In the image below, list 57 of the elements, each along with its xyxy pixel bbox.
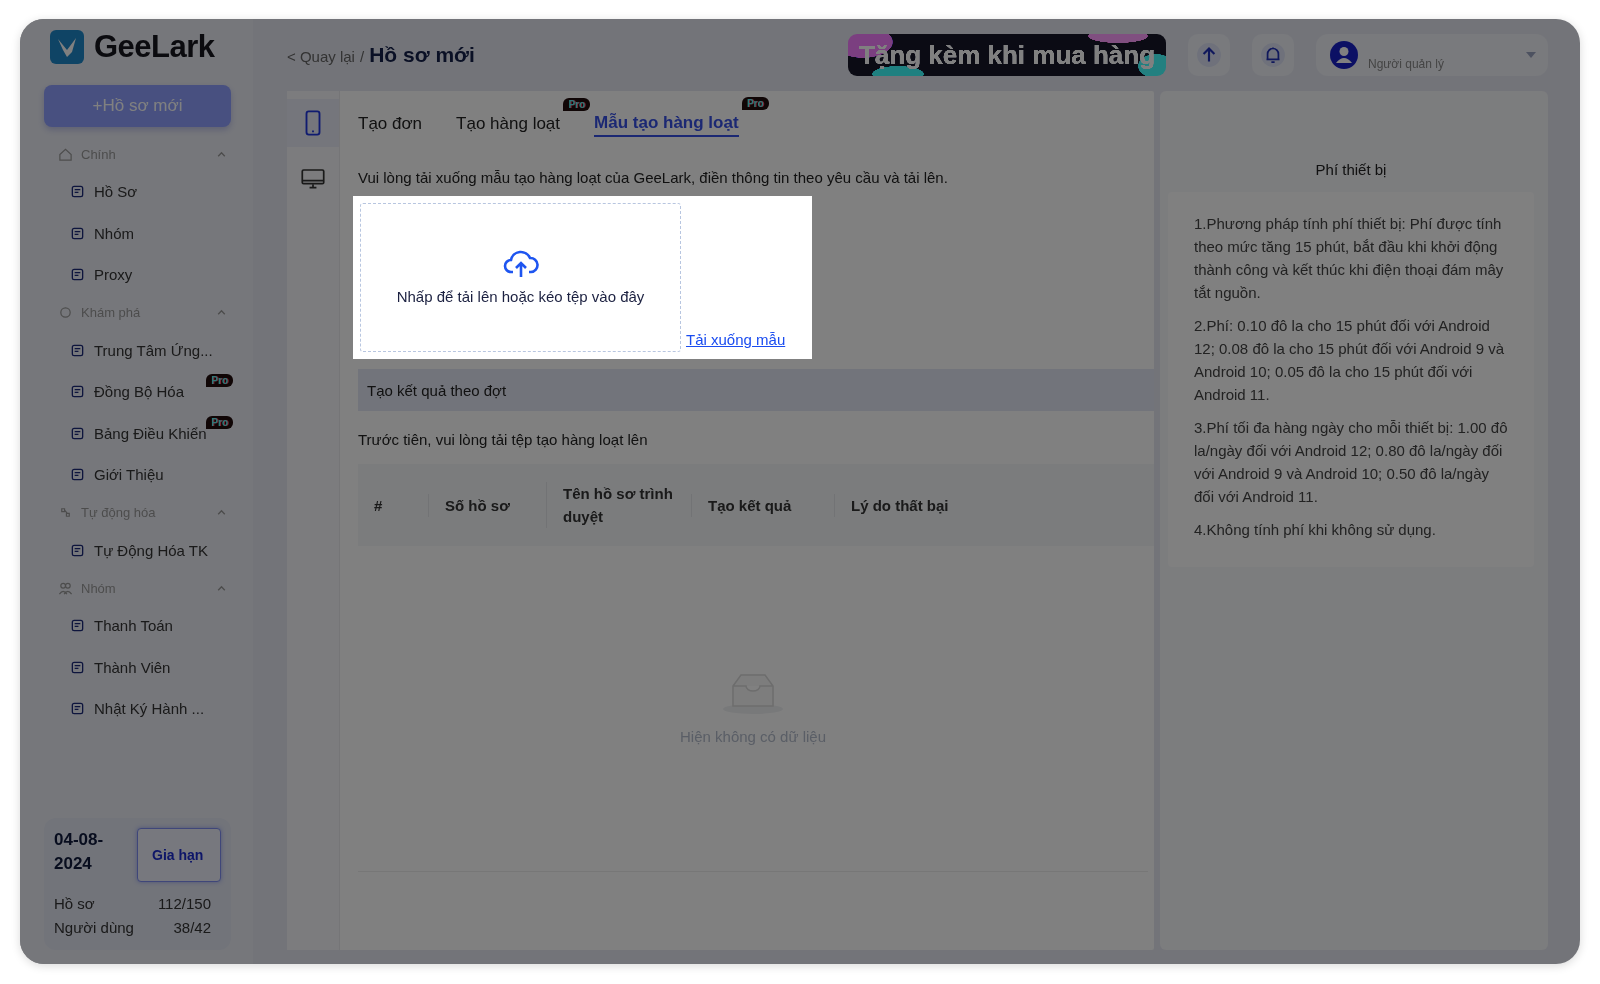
pro-badge: Pro bbox=[741, 97, 769, 110]
column-header: # bbox=[373, 495, 384, 516]
fee-note: 4.Không tính phí khi không sử dụng. bbox=[1194, 520, 1437, 540]
plan-value: 38/42 bbox=[173, 918, 211, 938]
sidebar-item[interactable]: Proxy bbox=[32, 254, 231, 296]
phone-tab[interactable] bbox=[287, 99, 339, 147]
user-role: Người quản lý bbox=[1368, 57, 1445, 73]
pro-badge: Pro bbox=[206, 415, 233, 429]
sidebar-item[interactable]: Bảng Điều Khiển Pro bbox=[32, 412, 231, 454]
sidebar-item[interactable]: Nhóm bbox=[32, 212, 231, 254]
sidebar-item[interactable]: Trung Tâm Ứng... bbox=[32, 329, 231, 371]
renew-button[interactable]: Gia hạn bbox=[137, 828, 221, 882]
promo-banner[interactable]: Tặng kèm khi mua hàng bbox=[848, 34, 1166, 76]
fee-note: 2.Phí: 0.10 đô la cho 15 phút đối với Android 12; 0.08 đô la cho 15 phút đối với Android 9 và Android 10; 0.05 đô la cho 15 phút đối với Android 11. bbox=[1194, 316, 1506, 405]
sidebar-item[interactable]: Đồng Bộ Hóa Pro bbox=[32, 371, 231, 413]
sidebar-item[interactable]: Thành Viên bbox=[32, 646, 231, 688]
column-header: Lý do thất bại bbox=[834, 493, 994, 517]
fee-note: 3.Phí tối đa hàng ngày cho mỗi thiết bị: 1.00 đô la/ngày đối với Android 12; 0.80 đô la/ngày đối với Android 9 và Android 10; 0.50 đô la/ngày đối với Android 11. bbox=[1194, 418, 1509, 507]
results-bar: Tạo kết quả theo đợt bbox=[358, 369, 1154, 411]
cloud-upload-icon bbox=[502, 250, 539, 278]
download-template-link[interactable]: Tải xuống mẫu bbox=[686, 331, 786, 348]
plan-label: Người dùng bbox=[54, 918, 134, 938]
column-header: Tạo kết quả bbox=[691, 493, 834, 517]
home-icon bbox=[58, 146, 73, 162]
logo-icon bbox=[50, 30, 84, 64]
expiry-date: 04-08-2024 bbox=[54, 829, 105, 875]
plan-value: 112/150 bbox=[157, 894, 211, 914]
people-icon bbox=[58, 580, 73, 596]
sidebar-item[interactable]: Nhật Ký Hành ... bbox=[32, 688, 231, 730]
user-menu[interactable]: Người quản lý bbox=[1316, 34, 1548, 76]
plan-label: Hồ sơ bbox=[54, 894, 95, 914]
sidebar-item[interactable]: Giới Thiệu bbox=[32, 454, 231, 496]
back-link[interactable]: < Quay lại bbox=[287, 48, 355, 65]
column-header: Số hồ sơ bbox=[428, 493, 546, 517]
upload-button[interactable] bbox=[1188, 34, 1230, 76]
bell-icon bbox=[1260, 42, 1286, 68]
avatar-icon bbox=[1330, 41, 1358, 69]
tab[interactable]: Tạo đơn bbox=[358, 114, 423, 136]
instruction-text: Vui lòng tải xuống mẫu tạo hàng loạt của GeeLark, điền thông tin theo yêu cầu và tải lên. bbox=[358, 169, 949, 186]
fee-note: 1.Phương pháp tính phí thiết bị: Phí được tính theo mức tăng 15 phút, bắt đầu khi khởi động thành công và kết thúc khi điện thoại đám mây tắt nguồn. bbox=[1194, 214, 1505, 303]
fees-title: Phí thiết bị bbox=[1314, 161, 1388, 178]
upload-dropzone[interactable]: Nhấp để tải lên hoặc kéo tệp vào đây bbox=[360, 203, 681, 352]
arrow-up-icon bbox=[1196, 42, 1222, 68]
upload-note: Trước tiên, vui lòng tải tệp tạo hàng loạt lên bbox=[358, 431, 649, 448]
flow-icon bbox=[58, 505, 73, 520]
banner-text: Tặng kèm khi mua hàng bbox=[858, 39, 1156, 71]
sidebar-item[interactable]: Thanh Toán bbox=[32, 605, 231, 647]
pro-badge: Pro bbox=[563, 98, 591, 111]
sidebar-item[interactable]: Hồ Sơ bbox=[32, 171, 231, 213]
notification-button[interactable] bbox=[1252, 34, 1294, 76]
breadcrumb-separator: / bbox=[359, 48, 365, 65]
column-header: Tên hồ sơ trình duyệt bbox=[546, 482, 691, 528]
pro-badge: Pro bbox=[206, 374, 233, 387]
sidebar-item[interactable]: Tự Động Hóa TK bbox=[32, 529, 231, 571]
logo-text: GeeLark bbox=[94, 29, 215, 65]
page-title: Hồ sơ mới bbox=[369, 43, 475, 67]
dropdown-icon bbox=[1526, 52, 1536, 58]
